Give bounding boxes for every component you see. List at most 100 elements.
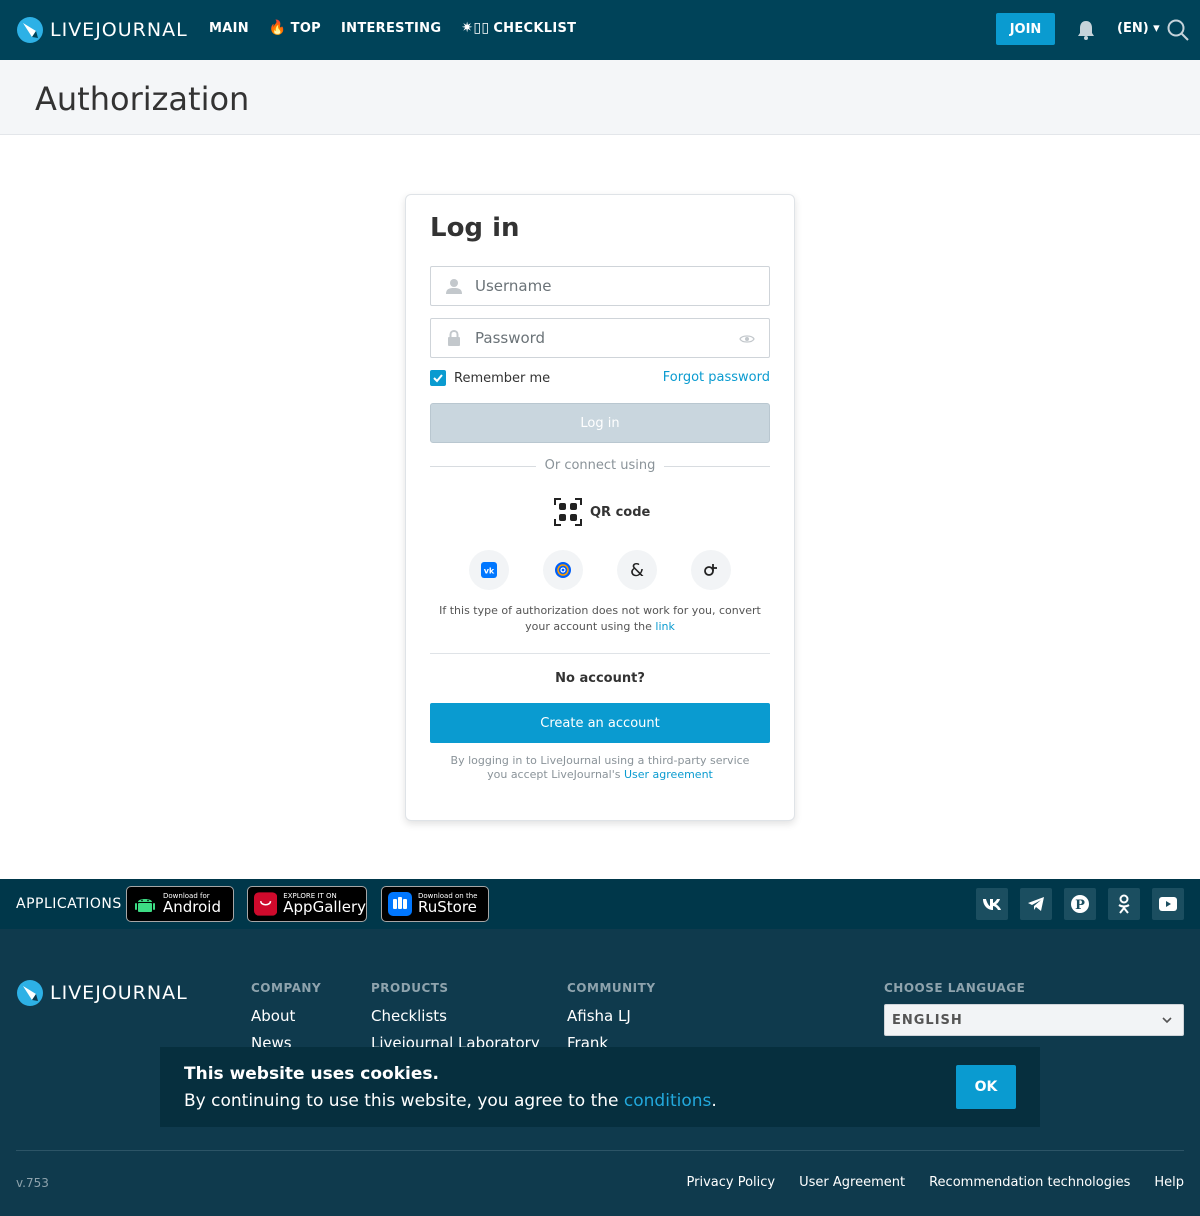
cookie-ok-button[interactable]: OK xyxy=(956,1065,1016,1109)
remember-me[interactable]: Remember me xyxy=(430,370,550,386)
language-switcher[interactable]: (EN) ▾ xyxy=(1117,21,1160,36)
bell-icon[interactable] xyxy=(1075,19,1097,41)
footer-logo-text: LIVEJOURNAL xyxy=(50,982,188,1004)
nav-main[interactable]: MAIN xyxy=(209,20,249,36)
no-account-label: No account? xyxy=(555,671,645,686)
nav-main-label: MAIN xyxy=(209,20,249,36)
footer-youtube-button[interactable] xyxy=(1152,888,1184,920)
appgallery-store-button[interactable]: EXPLORE IT ON AppGallery xyxy=(247,886,367,922)
mailru-icon xyxy=(555,562,571,578)
language-select-value: ENGLISH xyxy=(892,1012,963,1028)
footer-products-title: PRODUCTS xyxy=(371,981,449,995)
vk-icon xyxy=(983,899,1001,910)
main-nav: MAIN 🔥 TOP INTERESTING ✷▯▯ CHECKLIST xyxy=(209,20,576,36)
android-store-text: Download for Android xyxy=(163,893,221,915)
user-icon xyxy=(446,279,462,294)
username-input[interactable] xyxy=(475,267,735,305)
connect-divider: Or connect using xyxy=(430,458,770,474)
nav-interesting-label: INTERESTING xyxy=(341,20,442,36)
odnoklassniki-icon xyxy=(704,564,717,576)
conversion-link[interactable]: link xyxy=(655,620,674,633)
odnoklassniki-login-button[interactable] xyxy=(691,550,731,590)
footer-bottom-links: Privacy Policy User Agreement Recommenda… xyxy=(687,1175,1184,1190)
login-card: Log in Remember me Forgot password Log i… xyxy=(405,194,795,821)
footer-link-afisha[interactable]: Afisha LJ xyxy=(567,1007,656,1025)
language-select[interactable]: ENGLISH xyxy=(884,1004,1184,1036)
logo-text: LIVEJOURNAL xyxy=(50,19,188,41)
eye-icon[interactable] xyxy=(739,331,755,347)
mailru-login-button[interactable] xyxy=(543,550,583,590)
android-icon xyxy=(135,899,155,912)
privacy-policy-link[interactable]: Privacy Policy xyxy=(687,1175,776,1190)
password-input[interactable] xyxy=(475,319,735,357)
svg-text:P: P xyxy=(1075,898,1085,913)
lock-icon xyxy=(448,329,460,346)
version-label: v.753 xyxy=(16,1176,49,1190)
footer-divider xyxy=(16,1150,1184,1151)
nav-interesting[interactable]: INTERESTING xyxy=(341,20,441,36)
login-heading: Log in xyxy=(430,213,520,243)
footer-company-title: COMPANY xyxy=(251,981,322,995)
cookie-banner: This website uses cookies. By continuing… xyxy=(160,1047,1040,1127)
cookie-text-tail: . xyxy=(711,1091,717,1111)
fire-icon: 🔥 xyxy=(268,20,287,36)
conversion-note: If this type of authorization does not w… xyxy=(430,603,770,635)
vk-icon: vk xyxy=(481,562,497,578)
qr-code-icon xyxy=(554,498,582,526)
footer-link-checklists[interactable]: Checklists xyxy=(371,1007,540,1025)
cookie-title: This website uses cookies. xyxy=(184,1064,439,1084)
page-title: Authorization xyxy=(35,80,250,118)
footer-vk-button[interactable] xyxy=(976,888,1008,920)
rustore-big: RuStore xyxy=(418,898,477,916)
ampersand-login-button[interactable]: & xyxy=(617,550,657,590)
agreement-note: By logging in to LiveJournal using a thi… xyxy=(440,754,760,782)
livejournal-logo[interactable]: LIVEJOURNAL xyxy=(16,16,188,44)
nav-checklist[interactable]: ✷▯▯ CHECKLIST xyxy=(461,20,576,36)
create-account-button[interactable]: Create an account xyxy=(430,703,770,743)
footer-telegram-button[interactable] xyxy=(1020,888,1052,920)
user-agreement-link[interactable]: User agreement xyxy=(624,768,713,781)
android-store-button[interactable]: Download for Android xyxy=(126,886,234,922)
remember-label: Remember me xyxy=(454,370,551,386)
footer-odnoklassniki-button[interactable] xyxy=(1108,888,1140,920)
help-link[interactable]: Help xyxy=(1154,1175,1184,1190)
rustore-text: Download on the RuStore xyxy=(418,893,477,915)
nav-checklist-label: CHECKLIST xyxy=(493,20,577,36)
appgallery-store-text: EXPLORE IT ON AppGallery xyxy=(283,893,366,915)
remember-checkbox[interactable] xyxy=(430,370,446,386)
livejournal-logo-icon xyxy=(17,17,43,43)
applications-label: APPLICATIONS xyxy=(16,896,122,912)
recommendation-technologies-link[interactable]: Recommendation technologies xyxy=(929,1175,1130,1190)
cookie-text: By continuing to use this website, you a… xyxy=(184,1091,717,1111)
user-agreement-footer-link[interactable]: User Agreement xyxy=(799,1175,905,1190)
rustore-button[interactable]: Download on the RuStore xyxy=(381,886,489,922)
footer-community-title: COMMUNITY xyxy=(567,981,656,995)
footer-pinterest-button[interactable]: P xyxy=(1064,888,1096,920)
login-button[interactable]: Log in xyxy=(430,403,770,443)
choose-language-label: CHOOSE LANGUAGE xyxy=(884,981,1026,995)
cookie-conditions-link[interactable]: conditions xyxy=(624,1091,711,1111)
appgallery-store-big: AppGallery xyxy=(283,898,366,916)
chevron-down-icon xyxy=(1162,1017,1172,1024)
card-divider xyxy=(430,653,770,654)
forgot-password-link[interactable]: Forgot password xyxy=(663,370,770,385)
search-icon[interactable] xyxy=(1166,18,1190,42)
page-header: Authorization xyxy=(0,60,1200,135)
conversion-note-text: If this type of authorization does not w… xyxy=(439,604,761,633)
huawei-appgallery-icon xyxy=(254,892,278,916)
vk-login-button[interactable]: vk xyxy=(469,550,509,590)
footer-logo[interactable]: LIVEJOURNAL xyxy=(16,979,188,1007)
password-field[interactable] xyxy=(430,318,770,358)
pinterest-icon: P xyxy=(1071,895,1089,913)
android-store-big: Android xyxy=(163,898,221,916)
footer-link-about[interactable]: About xyxy=(251,1007,321,1025)
svg-text:vk: vk xyxy=(484,567,495,576)
nav-top-label: TOP xyxy=(290,20,322,36)
social-login-list: vk & xyxy=(469,550,731,590)
youtube-icon xyxy=(1159,897,1177,911)
join-button[interactable]: JOIN xyxy=(996,13,1055,45)
nav-top[interactable]: 🔥 TOP xyxy=(269,20,321,36)
username-field[interactable] xyxy=(430,266,770,306)
qr-code-button[interactable]: QR code xyxy=(554,498,650,526)
odnoklassniki-icon xyxy=(1118,894,1130,914)
